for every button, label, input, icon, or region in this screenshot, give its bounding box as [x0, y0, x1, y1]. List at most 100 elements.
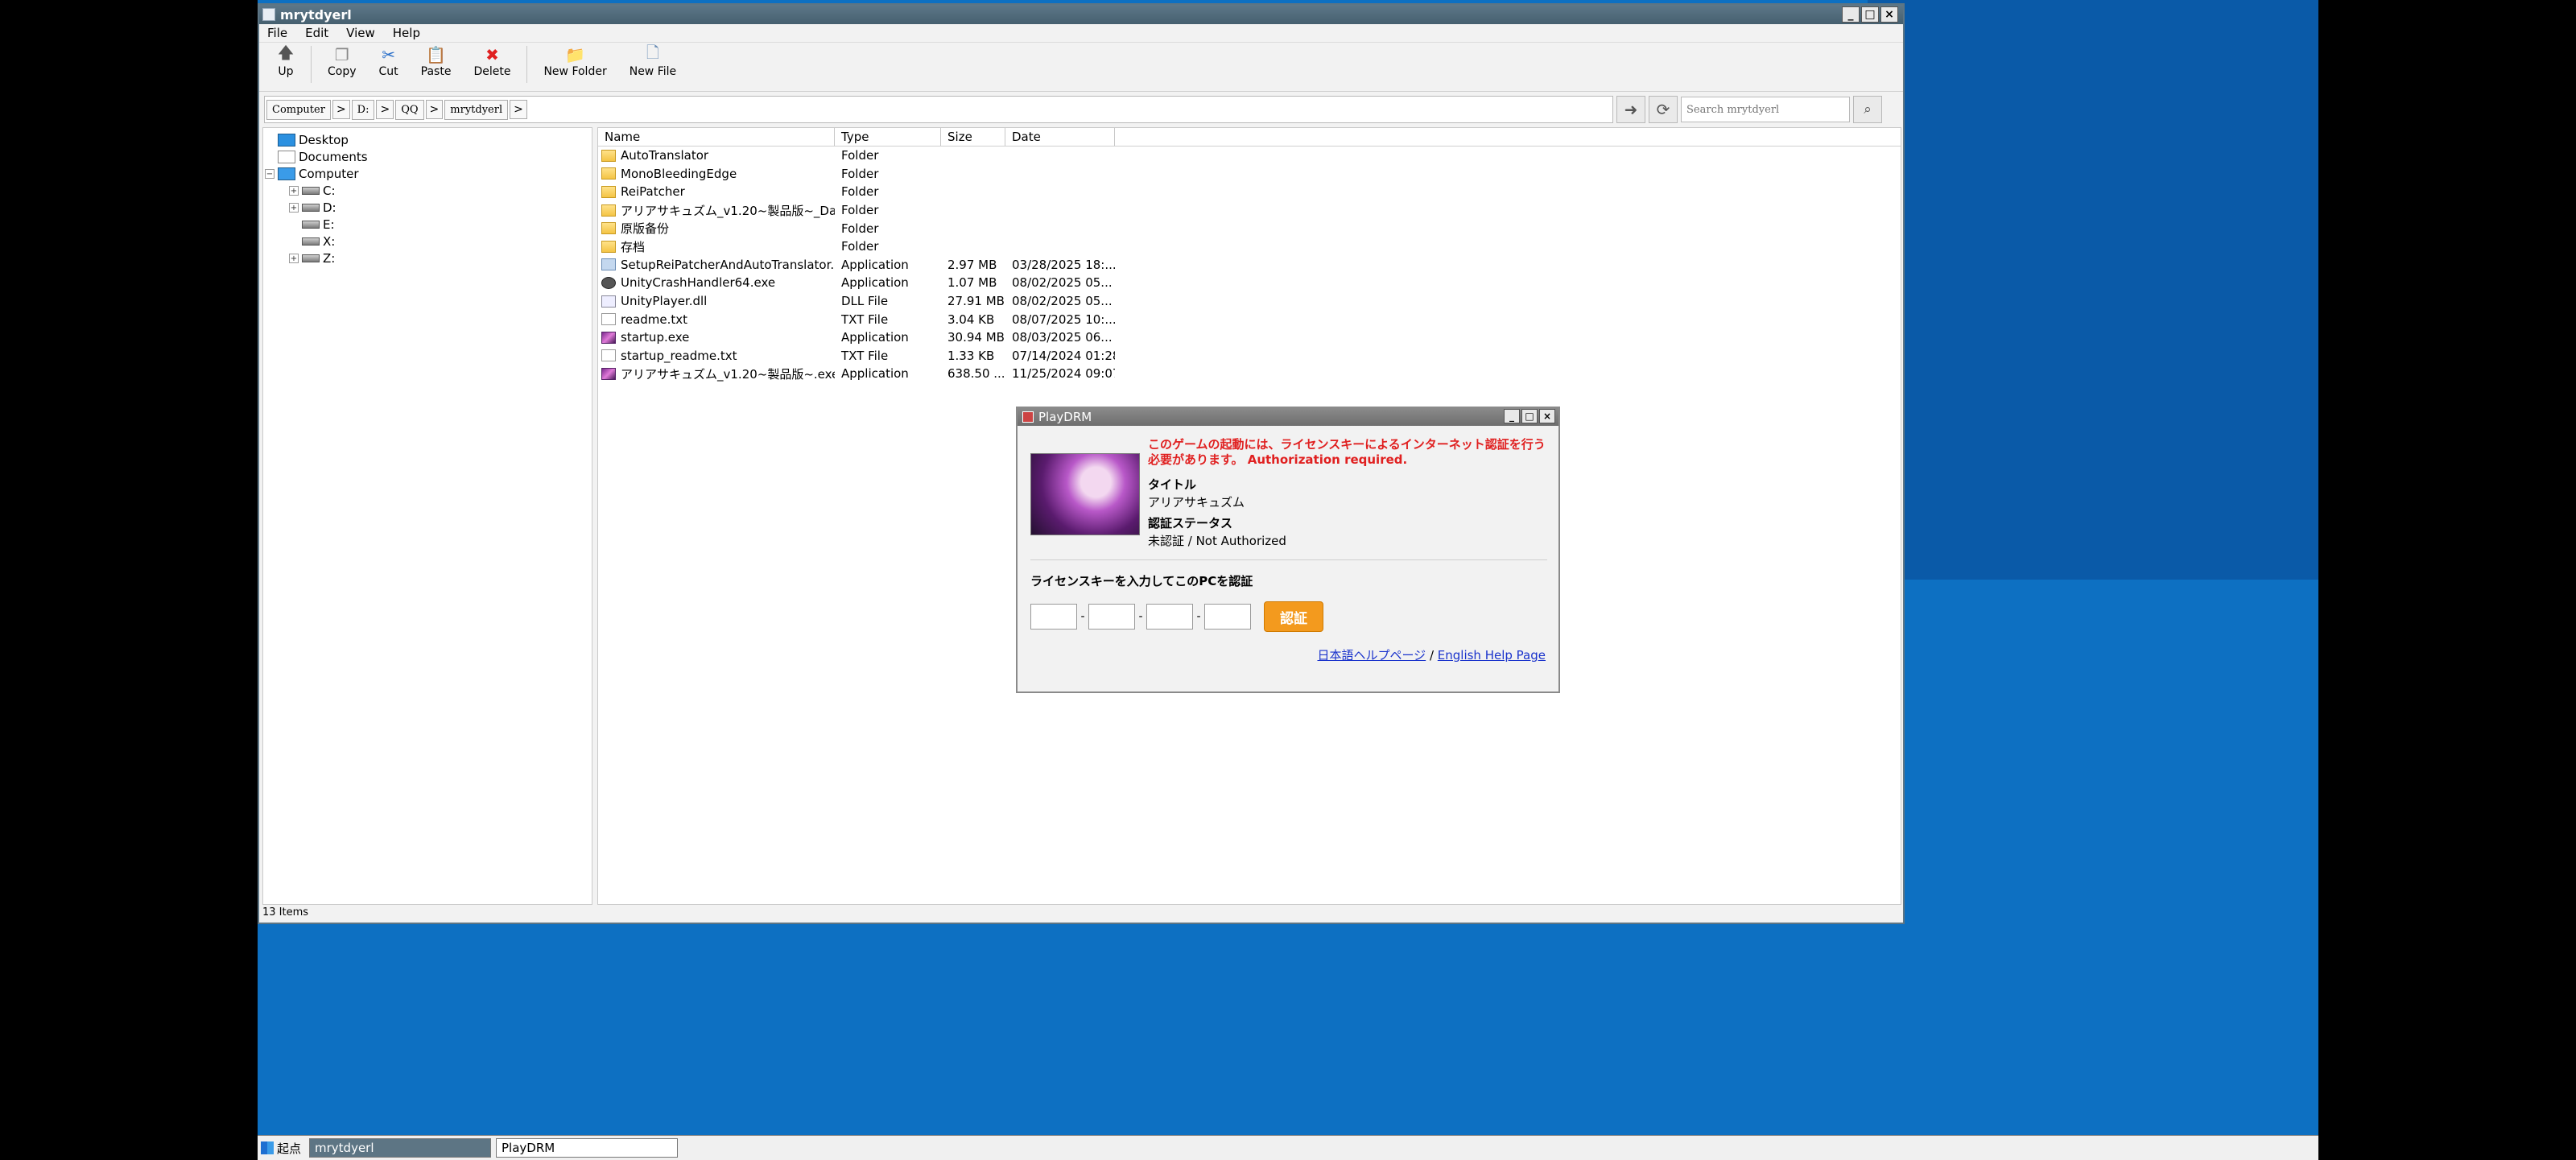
folder-icon — [601, 185, 616, 198]
file-row[interactable]: アリアサキュズム_v1.20~製品版~_Data Folder — [598, 201, 1901, 220]
taskbar-item-explorer[interactable]: mrytdyerl — [309, 1138, 492, 1158]
tree-item-x-drive[interactable]: X: — [263, 233, 592, 250]
menu-view[interactable]: View — [346, 26, 375, 40]
taskbar-item-playdrm[interactable]: PlayDRM — [496, 1138, 679, 1158]
file-row[interactable]: 存档 Folder — [598, 237, 1901, 256]
tree-item-e-drive[interactable]: E: — [263, 216, 592, 233]
status-label: 認証ステータス — [1148, 516, 1233, 530]
title-value: アリアサキュズム — [1148, 495, 1245, 510]
search-input[interactable] — [1681, 97, 1850, 122]
file-date: 08/07/2025 10:... — [1012, 312, 1115, 327]
drive-icon — [302, 203, 320, 212]
file-size: 638.50 ... — [947, 366, 1005, 382]
column-header-size[interactable]: Size — [941, 128, 1005, 146]
file-date: 11/25/2024 09:07 — [1012, 366, 1115, 382]
expand-icon[interactable]: + — [289, 202, 299, 213]
file-row[interactable]: AutoTranslator Folder — [598, 147, 1901, 165]
key-separator: - — [1080, 610, 1085, 623]
paste-button[interactable]: 📋 Paste — [410, 45, 463, 78]
file-row[interactable]: MonoBleedingEdge Folder — [598, 165, 1901, 184]
license-key-field-3[interactable] — [1146, 604, 1193, 630]
file-row[interactable]: SetupReiPatcherAndAutoTranslator.exe Appl… — [598, 256, 1901, 275]
chevron-right-icon[interactable]: > — [332, 100, 350, 119]
expand-icon[interactable]: + — [289, 185, 299, 196]
delete-button[interactable]: ✖ Delete — [462, 45, 522, 78]
file-row[interactable]: 原版备份 Folder — [598, 219, 1901, 237]
file-row[interactable]: UnityCrashHandler64.exe Application 1.07 M… — [598, 274, 1901, 292]
license-key-field-1[interactable] — [1030, 604, 1077, 630]
text-file-icon — [601, 349, 616, 362]
file-name-cell: 存档 — [598, 238, 835, 255]
tree-item-c-drive[interactable]: + C: — [263, 182, 592, 199]
file-name-cell: アリアサキュズム_v1.20~製品版~.exe — [598, 365, 835, 382]
application-icon — [601, 258, 616, 271]
tree-label: Computer — [299, 166, 359, 181]
dialog-maximize-button[interactable]: □ — [1521, 409, 1538, 423]
key-separator: - — [1196, 610, 1201, 623]
file-size: 30.94 MB — [947, 330, 1005, 345]
breadcrumb-qq[interactable]: QQ — [395, 99, 424, 120]
file-type: Folder — [841, 166, 879, 181]
menu-help[interactable]: Help — [393, 26, 420, 40]
chevron-right-icon[interactable]: > — [425, 100, 444, 119]
breadcrumb-computer[interactable]: Computer — [266, 99, 331, 120]
tree-item-documents[interactable]: Documents — [263, 148, 592, 165]
breadcrumb: Computer > D: > QQ > mrytdyerl > — [264, 96, 1613, 123]
minimize-button[interactable]: _ — [1842, 6, 1860, 23]
file-row[interactable]: startup.exe Application 30.94 MB 08/03/2025… — [598, 328, 1901, 347]
dialog-titlebar[interactable]: PlayDRM _ □ × — [1018, 408, 1558, 426]
license-key-field-2[interactable] — [1088, 604, 1135, 630]
column-header-type[interactable]: Type — [835, 128, 941, 146]
dialog-close-button[interactable]: × — [1539, 409, 1555, 423]
game-app-icon — [601, 367, 616, 380]
tree-item-z-drive[interactable]: + Z: — [263, 250, 592, 266]
file-row[interactable]: UnityPlayer.dll DLL File 27.91 MB 08/02/202… — [598, 292, 1901, 311]
up-button[interactable]: 🡅 Up — [266, 43, 306, 78]
file-name: startup_readme.txt — [621, 348, 737, 363]
window-titlebar[interactable]: mrytdyerl _ □ × — [259, 5, 1903, 24]
column-header-date[interactable]: Date — [1005, 128, 1115, 146]
breadcrumb-mrytdyerl[interactable]: mrytdyerl — [444, 99, 509, 120]
dll-file-icon — [601, 295, 616, 308]
file-name: アリアサキュズム_v1.20~製品版~.exe — [621, 366, 835, 382]
file-date: 08/03/2025 06... — [1012, 330, 1113, 345]
file-row[interactable]: readme.txt TXT File 3.04 KB 08/07/2025 10:.… — [598, 310, 1901, 328]
authenticate-button[interactable]: 認証 — [1264, 601, 1323, 632]
chevron-right-icon[interactable]: > — [510, 100, 527, 119]
new-folder-label: New Folder — [543, 65, 607, 78]
authorization-warning: このゲームの起動には、ライセンスキーによるインターネット認証を行う必要があります… — [1148, 437, 1546, 467]
tree-item-d-drive[interactable]: + D: — [263, 199, 592, 216]
maximize-button[interactable]: □ — [1861, 6, 1879, 23]
tree-item-computer[interactable]: − Computer — [263, 165, 592, 182]
new-file-button[interactable]: 🗋 New File — [618, 43, 687, 78]
file-row[interactable]: ReiPatcher Folder — [598, 183, 1901, 201]
menu-edit[interactable]: Edit — [305, 26, 328, 40]
file-row[interactable]: startup_readme.txt TXT File 1.33 KB 07/14/2… — [598, 347, 1901, 365]
status-value: 未認証 / Not Authorized — [1148, 534, 1286, 548]
go-arrow-icon[interactable]: ➜ — [1616, 96, 1645, 123]
search-icon[interactable]: ⌕ — [1853, 96, 1882, 123]
file-name-cell: MonoBleedingEdge — [598, 167, 835, 181]
breadcrumb-d-drive[interactable]: D: — [351, 99, 375, 120]
refresh-icon[interactable]: ⟳ — [1649, 96, 1678, 123]
japanese-help-link[interactable]: 日本語ヘルプページ — [1317, 648, 1426, 663]
file-row[interactable]: アリアサキュズム_v1.20~製品版~.exe Application 638.50… — [598, 365, 1901, 383]
new-folder-button[interactable]: 📁 New Folder — [532, 45, 617, 78]
english-help-link[interactable]: English Help Page — [1438, 648, 1546, 663]
expand-icon[interactable]: + — [289, 253, 299, 263]
column-header-name[interactable]: Name — [598, 128, 835, 146]
dialog-divider — [1030, 559, 1547, 560]
menu-file[interactable]: File — [267, 26, 287, 40]
chevron-right-icon[interactable]: > — [376, 100, 394, 119]
collapse-icon[interactable]: − — [265, 168, 275, 179]
cut-button[interactable]: ✂ Cut — [368, 45, 410, 78]
new-file-icon: 🗋 — [646, 43, 659, 62]
tree-item-desktop[interactable]: Desktop — [263, 131, 592, 148]
license-key-field-4[interactable] — [1204, 604, 1251, 630]
close-button[interactable]: × — [1880, 6, 1898, 23]
copy-button[interactable]: ❐ Copy — [316, 45, 368, 78]
file-date: 07/14/2024 01:28 — [1012, 348, 1115, 363]
dialog-minimize-button[interactable]: _ — [1504, 409, 1520, 423]
cut-label: Cut — [378, 65, 398, 78]
start-button[interactable]: 起点 — [258, 1137, 304, 1158]
